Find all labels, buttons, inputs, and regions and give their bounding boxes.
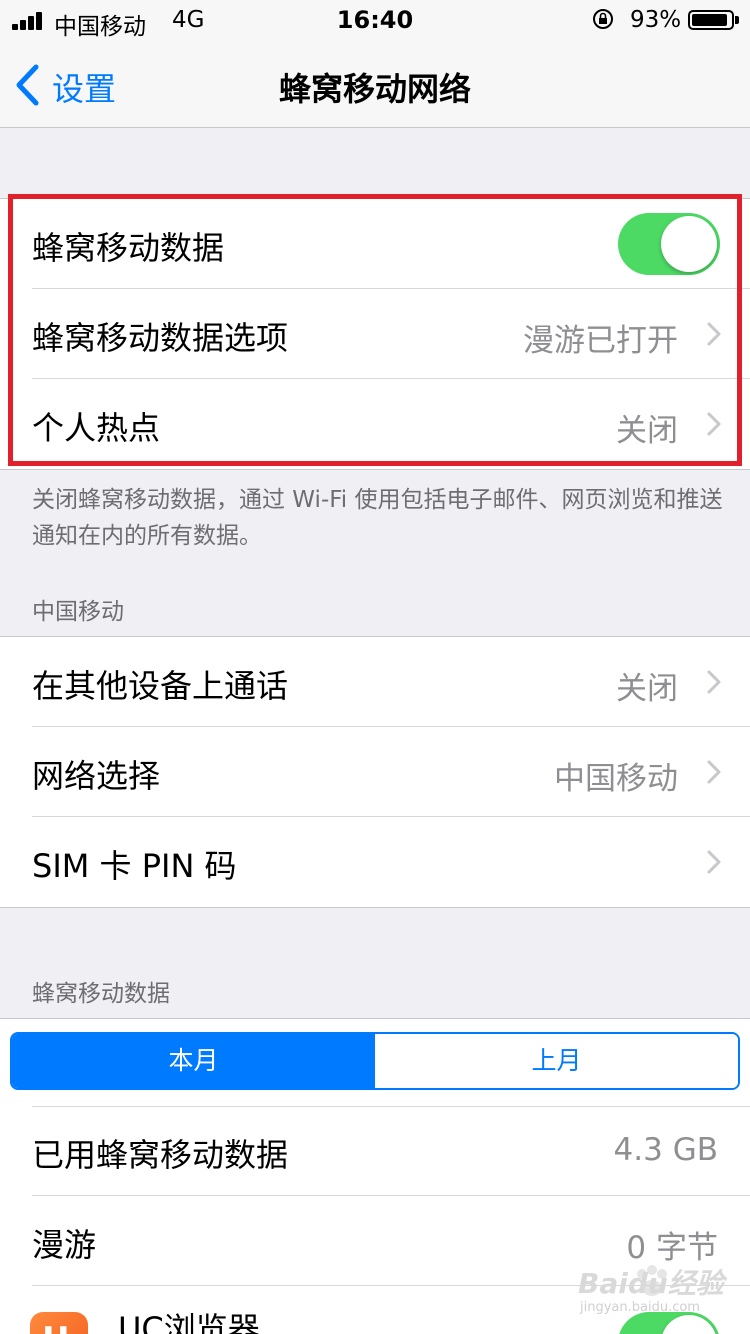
used-data-value: 4.3 GB [613,1132,718,1168]
period-segmented-control: 本月 上月 [10,1032,740,1090]
calls-other-devices-label: 在其他设备上通话 [32,667,289,705]
battery-cap [735,16,739,24]
calls-other-devices-row[interactable]: 在其他设备上通话 关闭 [0,637,750,727]
sim-pin-label: SIM 卡 PIN 码 [32,847,237,885]
cellular-data-toggle[interactable] [618,213,720,275]
watermark-text: Baidu经验 [578,1267,724,1300]
personal-hotspot-row[interactable]: 个人热点 关闭 [0,379,750,469]
rotation-lock-icon [593,9,613,29]
network-selection-value: 中国移动 [554,761,678,797]
battery-fill [692,14,727,26]
cellular-options-row[interactable]: 蜂窝移动数据选项 漫游已打开 [0,289,750,379]
segment-last-month[interactable]: 上月 [375,1034,738,1088]
battery-icon [688,10,734,30]
roaming-label: 漫游 [32,1226,97,1264]
uc-browser-label: UC浏览器 [118,1310,260,1334]
usage-section-header: 蜂窝移动数据 [32,981,170,1007]
cellular-footer-note: 关闭蜂窝移动数据，通过 Wi-Fi 使用包括电子邮件、网页浏览和推送通知在内的所… [32,487,723,549]
network-selection-row[interactable]: 网络选择 中国移动 [0,727,750,817]
chevron-right-icon [707,850,721,874]
toggle-knob [661,216,717,272]
app-icon-letter: U [42,1320,70,1334]
page-title: 蜂窝移动网络 [278,70,471,108]
carrier-group: 在其他设备上通话 关闭 网络选择 中国移动 SIM 卡 PIN 码 [0,636,750,908]
cellular-options-value: 漫游已打开 [523,323,678,359]
personal-hotspot-label: 个人热点 [32,409,161,447]
carrier-section-header: 中国移动 [32,599,124,625]
calls-other-devices-value: 关闭 [616,671,678,707]
chevron-right-icon [707,760,721,784]
chevron-right-icon [707,412,721,436]
used-data-label: 已用蜂窝移动数据 [32,1136,289,1174]
uc-browser-app-icon: U [30,1312,88,1334]
chevron-right-icon [707,670,721,694]
chevron-right-icon [707,322,721,346]
cellular-data-row: 蜂窝移动数据 [0,199,750,289]
used-data-row: 已用蜂窝移动数据 4.3 GB [0,1106,750,1196]
status-bar: 中国移动 4G 16:40 93% [0,0,750,40]
sim-pin-row[interactable]: SIM 卡 PIN 码 [0,817,750,907]
cellular-data-label: 蜂窝移动数据 [32,229,225,267]
segment-this-month[interactable]: 本月 [12,1034,375,1088]
cellular-group: 蜂窝移动数据 蜂窝移动数据选项 漫游已打开 个人热点 关闭 [0,198,750,470]
battery-percent: 93% [630,7,682,33]
cellular-options-label: 蜂窝移动数据选项 [32,319,289,357]
navigation-bar: 设置 蜂窝移动网络 [0,40,750,128]
personal-hotspot-value: 关闭 [616,413,678,449]
watermark-url: jingyan.baidu.com [580,1300,700,1315]
network-selection-label: 网络选择 [32,757,161,795]
